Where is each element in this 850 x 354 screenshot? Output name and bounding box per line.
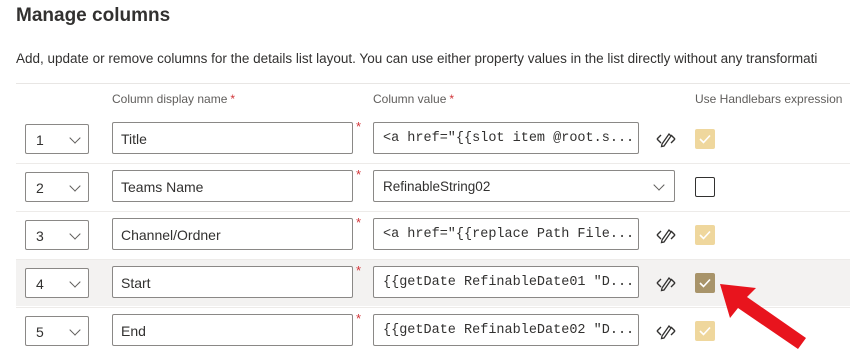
column-value-dropdown[interactable]: RefinableString02: [373, 170, 675, 202]
chevron-down-icon: [69, 324, 81, 336]
required-mark: *: [449, 92, 455, 106]
required-mark: *: [356, 263, 362, 278]
handlebars-checkbox[interactable]: [695, 129, 715, 149]
display-name-field[interactable]: Teams Name: [112, 170, 353, 202]
chevron-down-icon: [653, 179, 665, 191]
handlebars-checkbox[interactable]: [695, 321, 715, 341]
order-value: 4: [36, 276, 44, 292]
handlebars-checkbox[interactable]: [695, 273, 715, 293]
edit-code-icon[interactable]: [652, 270, 680, 296]
display-name-field[interactable]: Channel/Ordner: [112, 218, 353, 250]
required-mark: *: [356, 119, 362, 134]
order-value: 2: [36, 180, 44, 196]
handlebars-checkbox[interactable]: [695, 177, 715, 197]
chevron-down-icon: [69, 228, 81, 240]
edit-code-icon[interactable]: [652, 126, 680, 152]
column-value-field[interactable]: {{getDate RefinableDate02 "D...: [373, 314, 639, 346]
column-value-field[interactable]: {{getDate RefinableDate01 "D...: [373, 266, 639, 298]
required-mark: *: [230, 92, 236, 106]
column-value-text: <a href="{{replace Path File...: [383, 227, 635, 242]
order-value: 3: [36, 228, 44, 244]
order-value: 5: [36, 324, 44, 340]
order-dropdown[interactable]: 1: [25, 124, 89, 154]
header-column-value: Column value *: [373, 92, 455, 106]
column-value-text: {{getDate RefinableDate01 "D...: [383, 275, 635, 290]
order-dropdown[interactable]: 2: [25, 172, 89, 202]
required-mark: *: [356, 167, 362, 182]
display-name-field[interactable]: Start: [112, 266, 353, 298]
column-value-text: <a href="{{slot item @root.s...: [383, 131, 635, 146]
column-value-field[interactable]: <a href="{{slot item @root.s...: [373, 122, 639, 154]
display-name-value: Channel/Ordner: [121, 227, 221, 243]
display-name-field[interactable]: End: [112, 314, 353, 346]
page-description: Add, update or remove columns for the de…: [16, 51, 818, 66]
table-row: 2 Teams Name * RefinableString02: [16, 164, 850, 212]
chevron-down-icon: [69, 132, 81, 144]
handlebars-checkbox[interactable]: [695, 225, 715, 245]
display-name-value: Title: [121, 131, 147, 147]
display-name-value: Teams Name: [121, 179, 204, 195]
order-value: 1: [36, 132, 44, 148]
chevron-down-icon: [69, 276, 81, 288]
required-mark: *: [356, 215, 362, 230]
display-name-field[interactable]: Title: [112, 122, 353, 154]
edit-code-icon[interactable]: [652, 222, 680, 248]
divider: [16, 83, 850, 84]
page-title: Manage columns: [16, 5, 171, 26]
required-mark: *: [356, 311, 362, 326]
display-name-value: Start: [121, 275, 151, 291]
order-dropdown[interactable]: 5: [25, 316, 89, 346]
header-handlebars: Use Handlebars expression: [695, 92, 843, 106]
display-name-value: End: [121, 323, 146, 339]
column-value-text: {{getDate RefinableDate02 "D...: [383, 323, 635, 338]
table-row: 3 Channel/Ordner * <a href="{{replace Pa…: [16, 212, 850, 260]
table-row: 1 Title * <a href="{{slot item @root.s..…: [16, 116, 850, 164]
header-display-name: Column display name *: [112, 92, 236, 106]
chevron-down-icon: [69, 180, 81, 192]
edit-code-icon[interactable]: [652, 318, 680, 344]
order-dropdown[interactable]: 3: [25, 220, 89, 250]
column-value-field[interactable]: <a href="{{replace Path File...: [373, 218, 639, 250]
column-value-text: RefinableString02: [383, 179, 491, 194]
red-arrow-icon: [720, 284, 806, 349]
order-dropdown[interactable]: 4: [25, 268, 89, 298]
